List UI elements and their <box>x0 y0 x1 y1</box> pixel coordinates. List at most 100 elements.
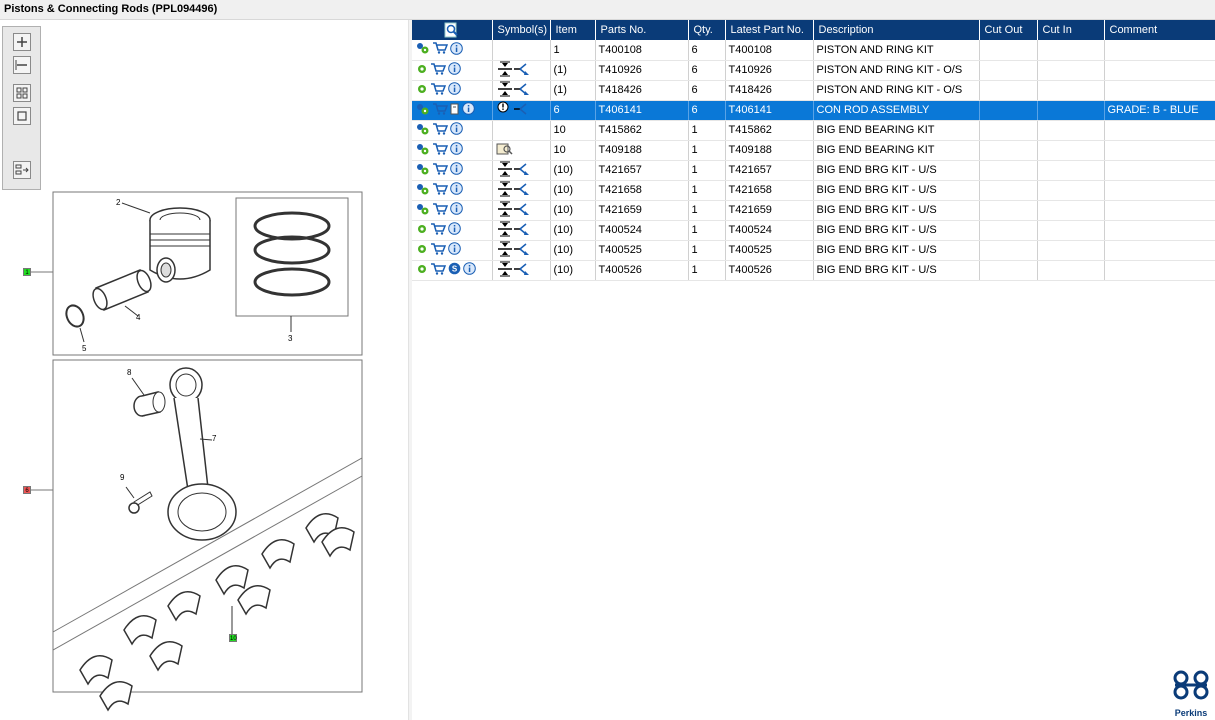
table-row[interactable]: S (10) T400526 1 T400526 BIG END BRG KIT - U/… <box>412 260 1215 281</box>
column-header-comment[interactable]: Comment <box>1104 20 1215 40</box>
shopping-cart-icon[interactable] <box>430 242 447 258</box>
callout-3[interactable]: 3 <box>288 334 292 343</box>
table-row[interactable]: (10) T400524 1 T400524 BIG END BRG KIT - U/S <box>412 220 1215 241</box>
notice-symbol-icon[interactable] <box>496 101 530 120</box>
table-row[interactable]: 1 T400108 6 T400108 PISTON AND RING KIT <box>412 40 1215 61</box>
gear-icon[interactable] <box>416 63 428 78</box>
row-item-cell: (10) <box>550 240 596 261</box>
gear-icon[interactable] <box>416 243 428 258</box>
callout-1[interactable]: 1 <box>23 268 31 276</box>
info-icon[interactable] <box>450 202 463 218</box>
note-icon[interactable] <box>450 103 460 118</box>
table-row[interactable]: (10) T421659 1 T421659 BIG END BRG KIT - U/S <box>412 200 1215 221</box>
callout-6[interactable]: 6 <box>23 486 31 494</box>
row-latest-part-no-cell: T415862 <box>725 120 814 141</box>
row-qty-cell: 6 <box>688 60 726 81</box>
supersession-symbol-icon[interactable] <box>496 201 530 220</box>
row-tools-cell <box>412 220 493 241</box>
row-latest-part-no-cell: T409188 <box>725 140 814 161</box>
row-part-no-cell: T410926 <box>595 60 689 81</box>
column-header-cut-in[interactable]: Cut In <box>1037 20 1105 40</box>
callout-10[interactable]: 10 <box>229 634 237 642</box>
gears-icon[interactable] <box>416 42 430 57</box>
column-header-item[interactable]: Item <box>550 20 596 40</box>
column-header-parts-no[interactable]: Parts No. <box>595 20 689 40</box>
gears-icon[interactable] <box>416 103 430 118</box>
callout-9[interactable]: 9 <box>120 473 124 482</box>
callout-7[interactable]: 7 <box>212 434 216 443</box>
info-icon[interactable] <box>448 82 461 98</box>
row-comment-cell <box>1104 80 1215 101</box>
gears-icon[interactable] <box>416 143 430 158</box>
supersession-symbol-icon[interactable] <box>496 181 530 200</box>
callout-2[interactable]: 2 <box>116 198 120 207</box>
row-comment-cell <box>1104 240 1215 261</box>
gears-icon[interactable] <box>416 203 430 218</box>
table-row[interactable]: 6 T406141 6 T406141 CON ROD ASSEMBLY GRADE: B… <box>412 100 1215 121</box>
row-latest-part-no-cell: T421659 <box>725 200 814 221</box>
info-icon[interactable] <box>463 262 476 278</box>
gears-icon[interactable] <box>416 123 430 138</box>
table-row[interactable]: (1) T410926 6 T410926 PISTON AND RING KIT - … <box>412 60 1215 81</box>
column-header-description[interactable]: Description <box>813 20 980 40</box>
column-header-latest-part-no[interactable]: Latest Part No. <box>725 20 814 40</box>
row-latest-part-no-cell: T418426 <box>725 80 814 101</box>
gears-icon[interactable] <box>416 163 430 178</box>
info-icon[interactable] <box>450 162 463 178</box>
row-cut-out-cell <box>979 200 1038 221</box>
row-symbols-cell <box>492 180 551 201</box>
gears-icon[interactable] <box>416 183 430 198</box>
shopping-cart-icon[interactable] <box>432 42 449 57</box>
table-row[interactable]: (1) T418426 6 T418426 PISTON AND RING KIT - … <box>412 80 1215 101</box>
column-header-qty[interactable]: Qty. <box>688 20 726 40</box>
row-cut-in-cell <box>1037 160 1105 181</box>
supersession-symbol-icon[interactable] <box>496 161 530 180</box>
shopping-cart-icon[interactable] <box>432 202 449 218</box>
shopping-cart-icon[interactable] <box>430 82 447 98</box>
gear-icon[interactable] <box>416 83 428 98</box>
illustration-link-icon[interactable] <box>496 142 514 159</box>
table-row[interactable]: 10 T409188 1 T409188 BIG END BEARING KIT <box>412 140 1215 161</box>
shopping-cart-icon[interactable] <box>430 262 447 278</box>
callout-4[interactable]: 4 <box>136 313 140 322</box>
row-description-cell: BIG END BRG KIT - U/S <box>813 260 980 281</box>
callout-8[interactable]: 8 <box>127 368 131 377</box>
gear-icon[interactable] <box>416 223 428 238</box>
column-header-symbols[interactable]: Symbol(s) <box>492 20 551 40</box>
shopping-cart-icon[interactable] <box>430 222 447 238</box>
shopping-cart-icon[interactable] <box>432 122 449 138</box>
info-icon[interactable] <box>450 41 463 58</box>
info-icon[interactable] <box>448 222 461 238</box>
table-row[interactable]: (10) T421658 1 T421658 BIG END BRG KIT - U/S <box>412 180 1215 201</box>
supersession-symbol-icon[interactable] <box>496 261 530 280</box>
shopping-cart-icon[interactable] <box>430 62 447 78</box>
column-header-tools[interactable] <box>412 20 493 40</box>
table-row[interactable]: (10) T400525 1 T400525 BIG END BRG KIT - U/S <box>412 240 1215 261</box>
shopping-cart-icon[interactable] <box>432 162 449 178</box>
info-icon[interactable] <box>448 62 461 78</box>
supersession-symbol-icon[interactable] <box>496 61 530 80</box>
shopping-cart-icon[interactable] <box>432 182 449 198</box>
shopping-cart-icon[interactable] <box>432 142 449 158</box>
info-icon[interactable] <box>448 242 461 258</box>
service-icon[interactable]: S <box>448 262 461 278</box>
row-cut-in-cell <box>1037 220 1105 241</box>
info-icon[interactable] <box>450 182 463 198</box>
supersession-symbol-icon[interactable] <box>496 241 530 260</box>
row-item-cell: (10) <box>550 200 596 221</box>
ring-set-frame <box>235 197 349 317</box>
shopping-cart-icon[interactable] <box>432 102 449 118</box>
supersession-symbol-icon[interactable] <box>496 81 530 100</box>
table-row[interactable]: 10 T415862 1 T415862 BIG END BEARING KIT <box>412 120 1215 141</box>
info-icon[interactable] <box>462 102 475 118</box>
supersession-symbol-icon[interactable] <box>496 221 530 240</box>
row-latest-part-no-cell: T421657 <box>725 160 814 181</box>
info-icon[interactable] <box>450 122 463 138</box>
diagram-pane[interactable]: 1 6 10 2 3 4 5 7 8 9 <box>0 20 408 720</box>
column-header-cut-out[interactable]: Cut Out <box>979 20 1038 40</box>
callout-5[interactable]: 5 <box>82 344 86 353</box>
row-comment-cell <box>1104 200 1215 221</box>
gear-icon[interactable] <box>416 263 428 278</box>
info-icon[interactable] <box>450 142 463 158</box>
table-row[interactable]: (10) T421657 1 T421657 BIG END BRG KIT - U/S <box>412 160 1215 181</box>
